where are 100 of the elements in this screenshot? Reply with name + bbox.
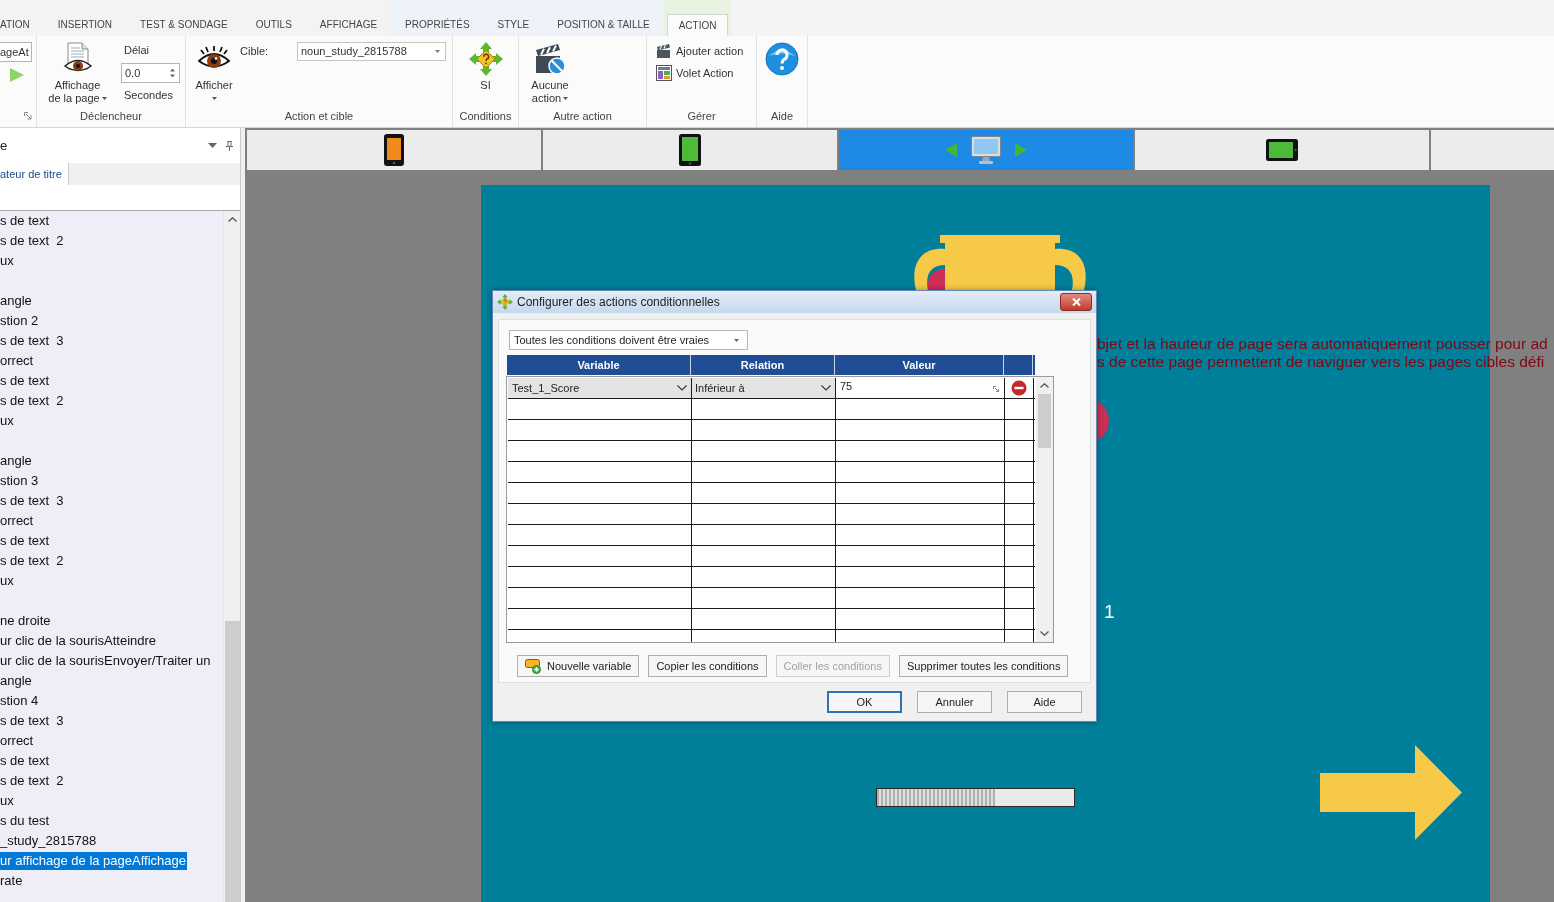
play-icon (10, 68, 24, 82)
tree-item[interactable]: ux (0, 412, 15, 430)
tree-item[interactable]: s de text 2 (0, 232, 65, 250)
tree-item[interactable]: s de text 3 (0, 332, 65, 350)
help-button[interactable] (765, 42, 799, 76)
group-label: Conditions (459, 108, 512, 124)
tree-item[interactable]: s de text 2 (0, 772, 65, 790)
tree-item[interactable]: angle (0, 292, 33, 310)
delay-spinbox[interactable]: 0.0 (121, 63, 180, 83)
clapperboard-icon (656, 43, 672, 59)
group-label: Gérer (687, 108, 716, 124)
group-label: Aide (771, 108, 793, 124)
ribbon-tab[interactable]: STYLE (483, 14, 544, 36)
scrollbar-thumb[interactable] (224, 621, 240, 902)
tree-item[interactable]: s du test (0, 812, 51, 830)
dialog-title: Configurer des actions conditionnelles (517, 294, 720, 311)
tree-item[interactable]: orrect (0, 732, 35, 750)
target-label: Cible: (240, 44, 270, 58)
group-label: Déclencheur (80, 108, 142, 124)
tree-item[interactable]: s de text 2 (0, 552, 65, 570)
tree-item[interactable]: s de text 3 (0, 712, 65, 730)
scroll-down-icon[interactable] (1040, 631, 1049, 636)
dialog-button[interactable]: Copier les conditions (648, 655, 767, 677)
tree-item[interactable]: ux (0, 252, 15, 270)
tree-item[interactable]: ur clic de la sourisEnvoyer/Traiter un (0, 652, 212, 670)
scroll-up-icon[interactable] (1040, 383, 1049, 388)
tree-item[interactable]: s de text (0, 532, 51, 550)
tablet-landscape-icon (1266, 139, 1298, 161)
left-arrow-icon (945, 143, 957, 157)
page-name-field[interactable]: ageAt (0, 42, 32, 62)
manage-button[interactable]: Volet Action (656, 65, 734, 81)
tree-item[interactable]: s de text 2 (0, 392, 65, 410)
column-header: Valeur (835, 355, 1004, 375)
tree-item[interactable]: stion 4 (0, 692, 40, 710)
tree-item[interactable]: angle (0, 452, 33, 470)
target-dropdown[interactable]: noun_study_2815788 (297, 42, 446, 61)
page-display-button[interactable]: Affichage de la page (45, 42, 110, 105)
manage-button[interactable]: Ajouter action (656, 43, 744, 59)
ribbon-tab[interactable]: POSITION & TAILLE (543, 14, 664, 36)
tree-item[interactable]: ux (0, 572, 15, 590)
tree-item[interactable]: ur affichage de la pageAffichage (0, 852, 187, 870)
device-tab[interactable] (1135, 130, 1429, 170)
group-label: Action et cible (284, 108, 354, 124)
dialog-button[interactable]: Annuler (917, 691, 992, 713)
show-button[interactable]: Afficher (193, 42, 235, 100)
no-action-button[interactable]: Aucune action (528, 42, 572, 105)
dialog-button[interactable]: Aide (1007, 691, 1082, 713)
ribbon-tab[interactable]: PROPRIÉTÉS (391, 14, 484, 36)
variable-dropdown[interactable]: Test_1_Score (508, 378, 692, 398)
delay-label: Délai (123, 43, 150, 57)
relation-dropdown[interactable]: Inférieur à (692, 378, 836, 398)
delay-unit-label: Secondes (123, 88, 173, 102)
ribbon-tab[interactable]: ACTION (666, 14, 729, 36)
ribbon-tab[interactable]: INSERTION (43, 14, 127, 36)
ribbon-tab[interactable]: ATION (0, 14, 44, 36)
dialog-button[interactable]: Nouvelle variable (517, 655, 640, 677)
device-tab[interactable] (247, 130, 541, 170)
scrollbar[interactable] (223, 211, 240, 902)
device-tab[interactable] (543, 130, 837, 170)
scrollbar-thumb[interactable] (1038, 394, 1051, 448)
pin-icon[interactable] (226, 140, 233, 151)
tree-item[interactable]: ne droite (0, 612, 52, 630)
panel-icon (656, 65, 672, 81)
dropdown-arrow-icon[interactable] (208, 143, 217, 148)
condition-button[interactable]: SI (468, 42, 503, 92)
ribbon-tab[interactable]: AFFICHAGE (305, 14, 392, 36)
monitor-icon (971, 136, 1001, 164)
tree-item[interactable]: orrect (0, 352, 35, 370)
chevron-down-icon (677, 385, 687, 391)
column-header: Variable (507, 355, 691, 375)
caret-icon (211, 97, 217, 100)
dialog-button[interactable]: OK (827, 691, 902, 713)
ribbon-tab[interactable]: OUTILS (241, 14, 306, 36)
tree-item[interactable]: ur clic de la sourisAtteindre (0, 632, 158, 650)
panel-title: e (0, 136, 8, 155)
tree-item[interactable]: stion 3 (0, 472, 40, 490)
mode-dropdown[interactable]: Toutes les conditions doivent être vraies (509, 330, 748, 350)
scrollbar[interactable] (1036, 377, 1053, 642)
panel-tab[interactable]: ateur de titre (0, 163, 69, 185)
tree-item[interactable]: _study_2815788 (0, 832, 98, 850)
tree-item[interactable]: stion 2 (0, 312, 40, 330)
resize-icon (993, 386, 999, 392)
tree-item[interactable]: angle (0, 672, 33, 690)
close-icon (1071, 298, 1081, 306)
phone-icon (384, 134, 404, 166)
diamond-arrows-icon (468, 42, 503, 76)
tree-item[interactable]: s de text 3 (0, 492, 65, 510)
tree-item[interactable]: s de text (0, 372, 51, 390)
column-header: Relation (691, 355, 835, 375)
tablet-icon (679, 134, 701, 166)
tree-item[interactable]: rate (0, 872, 24, 890)
chevron-down-icon (821, 385, 831, 391)
dialog-button[interactable]: Supprimer toutes les conditions (898, 655, 1069, 677)
tree-item[interactable]: orrect (0, 512, 35, 530)
tree-item[interactable]: ux (0, 792, 15, 810)
ribbon-tab[interactable]: TEST & SONDAGE (126, 14, 242, 36)
close-button[interactable] (1060, 293, 1092, 311)
tree-item[interactable]: s de text (0, 212, 51, 230)
tree-item[interactable]: s de text (0, 752, 51, 770)
scroll-up-icon[interactable] (227, 217, 237, 222)
